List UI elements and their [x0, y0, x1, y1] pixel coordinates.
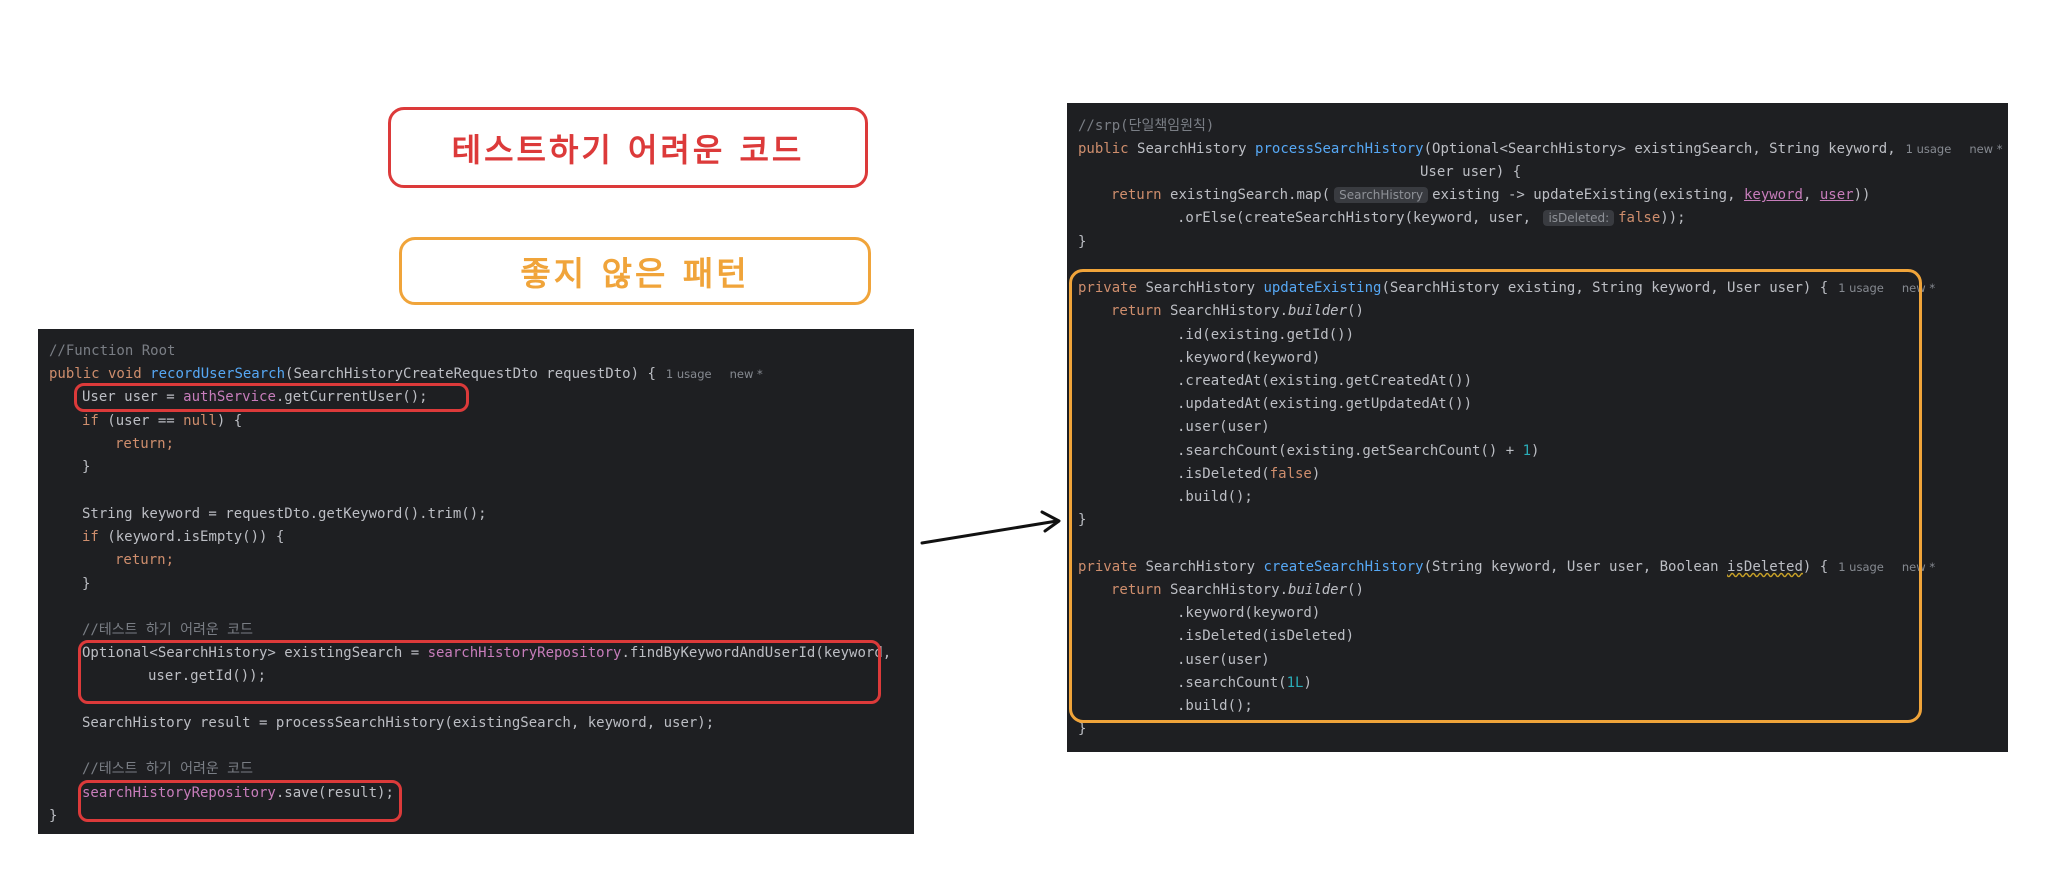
arrow: [920, 510, 1061, 545]
